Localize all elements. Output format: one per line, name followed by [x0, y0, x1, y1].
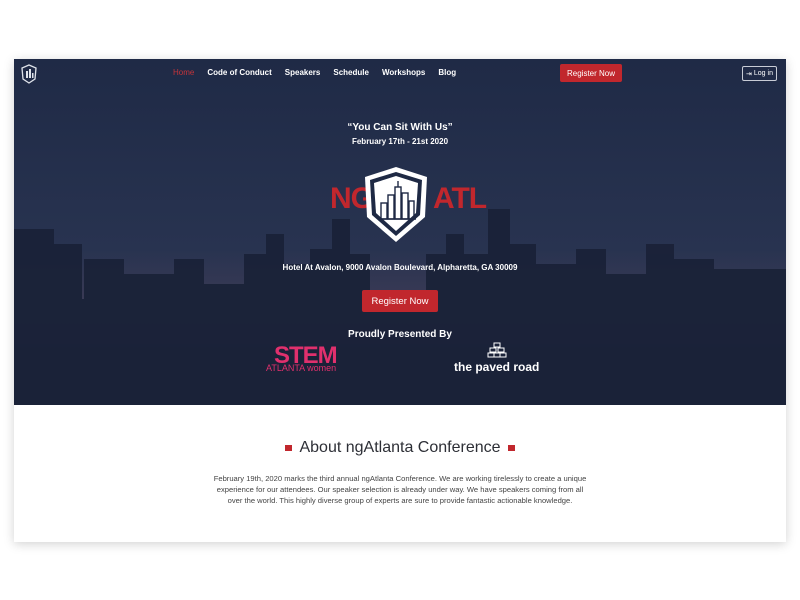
logo-text-atl: ATL — [433, 182, 487, 215]
login-label: Log in — [753, 70, 773, 77]
page-frame: Home Code of Conduct Speakers Schedule W… — [14, 59, 786, 542]
about-heading: About ngAtlanta Conference — [14, 439, 786, 457]
nav-code-of-conduct[interactable]: Code of Conduct — [207, 68, 271, 77]
nav-speakers[interactable]: Speakers — [285, 68, 321, 77]
site-logo-icon[interactable] — [20, 64, 38, 84]
login-icon: ⇥ — [746, 70, 752, 78]
hero-tagline: “You Can Sit With Us” — [347, 122, 453, 133]
about-title-text: About ngAtlanta Conference — [299, 439, 501, 456]
flag-left-icon — [285, 444, 293, 451]
nav-workshops[interactable]: Workshops — [382, 68, 425, 77]
presented-by-label: Proudly Presented By — [348, 329, 452, 340]
stem-logo-subtext: ATLANTA women — [266, 363, 337, 373]
nav-schedule[interactable]: Schedule — [333, 68, 369, 77]
paved-road-icon — [487, 342, 507, 358]
venue-address: Hotel At Avalon, 9000 Avalon Boulevard, … — [282, 263, 518, 272]
paved-road-text: the paved road — [454, 360, 540, 374]
nav-home[interactable]: Home — [173, 68, 194, 77]
main-nav: Home Code of Conduct Speakers Schedule W… — [173, 68, 469, 77]
nav-register-button[interactable]: Register Now — [560, 64, 622, 82]
event-dates: February 17th - 21st 2020 — [351, 137, 449, 146]
city-shield-logo-icon — [365, 167, 427, 242]
flag-right-icon — [507, 444, 515, 451]
nav-blog[interactable]: Blog — [438, 68, 456, 77]
hero-section: Home Code of Conduct Speakers Schedule W… — [14, 59, 786, 405]
hero-register-button[interactable]: Register Now — [362, 290, 438, 312]
about-description: February 19th, 2020 marks the third annu… — [213, 474, 587, 505]
login-button[interactable]: ⇥ Log in — [742, 66, 777, 81]
